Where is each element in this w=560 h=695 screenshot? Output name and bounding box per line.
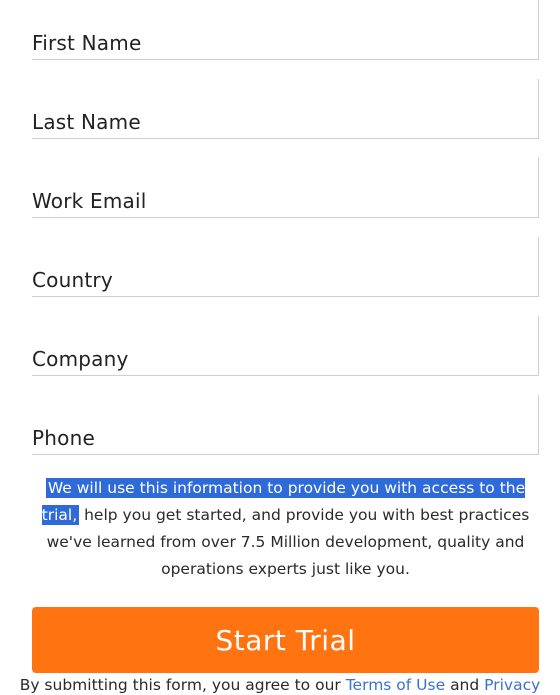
privacy-notice: We will use this information to provide …: [32, 475, 539, 583]
country-label: Country: [32, 268, 113, 292]
start-trial-button[interactable]: Start Trial: [32, 607, 539, 673]
last-name-field[interactable]: Last Name: [32, 79, 539, 139]
legal-prefix: By submitting this form, you agree to ou…: [19, 676, 341, 694]
company-field[interactable]: Company: [32, 316, 539, 376]
last-name-label: Last Name: [32, 110, 141, 134]
legal-conjunction: and: [450, 676, 480, 694]
company-label: Company: [32, 347, 129, 371]
first-name-label: First Name: [32, 31, 142, 55]
terms-of-use-link[interactable]: Terms of Use: [346, 676, 445, 694]
notice-rest-text: help you get started, and provide you wi…: [46, 506, 530, 578]
country-field[interactable]: Country: [32, 237, 539, 297]
phone-label: Phone: [32, 426, 95, 450]
signup-form: First Name Last Name Work Email Country …: [32, 0, 539, 474]
phone-field[interactable]: Phone: [32, 395, 539, 455]
first-name-field[interactable]: First Name: [32, 0, 539, 60]
privacy-link[interactable]: Privacy: [484, 676, 540, 694]
legal-text: By submitting this form, you agree to ou…: [0, 675, 560, 695]
work-email-label: Work Email: [32, 189, 147, 213]
work-email-field[interactable]: Work Email: [32, 158, 539, 218]
